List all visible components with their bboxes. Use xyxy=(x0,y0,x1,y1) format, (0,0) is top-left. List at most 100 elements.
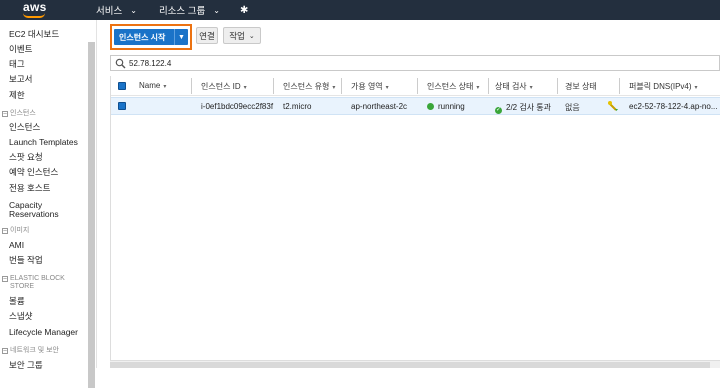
collapse-icon: – xyxy=(2,348,8,354)
sidebar-item-lifecycle-manager[interactable]: Lifecycle Manager xyxy=(9,327,78,337)
sidebar-item-reports[interactable]: 보고서 xyxy=(9,74,32,84)
sidebar-item-bundle-tasks[interactable]: 번들 작업 xyxy=(9,255,43,265)
toolbar: 인스턴스 시작 ▼ 연결 작업 ⌄ xyxy=(98,20,720,56)
header-label: 상태 검사 xyxy=(495,82,527,91)
select-all-checkbox[interactable] xyxy=(118,82,126,90)
aws-logo[interactable]: aws xyxy=(20,0,66,20)
column-divider[interactable] xyxy=(191,78,192,94)
sort-icon: ▾ xyxy=(332,85,336,91)
create-alarm-icon[interactable] xyxy=(607,100,619,114)
cell-alarm-status: 없음 xyxy=(565,103,580,112)
header-instance-state[interactable]: 인스턴스 상태 ▾ xyxy=(427,81,479,92)
column-divider[interactable] xyxy=(341,78,342,94)
header-alarm-status[interactable]: 경보 상태 xyxy=(565,81,597,92)
resource-groups-menu[interactable]: 리소스 그룹 ⌄ xyxy=(158,3,220,18)
instances-table: Name ▾ 인스턴스 ID ▾ 인스턴스 유형 ▾ 가용 영역 ▾ 인스턴스 상태 ▾ … xyxy=(110,76,720,368)
sidebar-item-dedicated-hosts[interactable]: 전용 호스트 xyxy=(9,183,50,193)
check-circle-icon: ✓ xyxy=(495,107,502,114)
chevron-down-icon[interactable]: ▼ xyxy=(174,29,188,45)
launch-instance-highlight: 인스턴스 시작 ▼ xyxy=(110,24,192,50)
sort-icon: ▾ xyxy=(476,85,480,91)
cell-availability-zone: ap-northeast-2c xyxy=(351,102,408,111)
chevron-down-icon: ⌄ xyxy=(130,5,137,15)
header-label: 경보 상태 xyxy=(565,82,597,91)
header-name[interactable]: Name ▾ xyxy=(139,81,166,90)
collapse-icon: – xyxy=(2,111,8,117)
search-input[interactable] xyxy=(129,58,329,68)
sidebar-item-capacity-reservations-line2[interactable]: Reservations xyxy=(9,209,59,219)
header-public-dns[interactable]: 퍼블릭 DNS(IPv4) ▾ xyxy=(629,81,698,92)
sidebar: EC2 대시보드 이벤트 태그 보고서 제한 – 인스턴스 인스턴스 Launc… xyxy=(0,20,97,388)
sidebar-section-network[interactable]: – 네트워크 및 보안 xyxy=(2,347,59,355)
sort-icon: ▾ xyxy=(529,85,533,91)
search-bar[interactable] xyxy=(110,55,720,71)
sidebar-item-launch-templates[interactable]: Launch Templates xyxy=(9,137,78,147)
connect-label: 연결 xyxy=(199,30,215,41)
sidebar-section-label: ELASTIC BLOCK STORE xyxy=(10,275,65,291)
cell-instance-type: t2.micro xyxy=(283,102,312,111)
column-divider[interactable] xyxy=(557,78,558,94)
header-label: 인스턴스 유형 xyxy=(283,82,330,91)
cell-status-check: ✓ 2/2 검사 통과 xyxy=(495,102,551,114)
sort-icon: ▾ xyxy=(694,85,698,91)
header-instance-type[interactable]: 인스턴스 유형 ▾ xyxy=(283,81,335,92)
header-label: Name xyxy=(139,81,161,90)
sidebar-item-ami[interactable]: AMI xyxy=(9,240,24,250)
sort-icon: ▾ xyxy=(385,85,389,91)
column-divider[interactable] xyxy=(619,78,620,94)
horizontal-scrollbar[interactable] xyxy=(110,360,720,368)
sidebar-item-limits[interactable]: 제한 xyxy=(9,90,25,100)
pin-icon[interactable]: ✱ xyxy=(240,5,248,16)
scrollbar-thumb[interactable] xyxy=(110,362,710,368)
header-instance-id[interactable]: 인스턴스 ID ▾ xyxy=(201,81,247,92)
chevron-down-icon: ⌄ xyxy=(248,32,255,40)
sort-icon: ▾ xyxy=(243,85,247,91)
sidebar-section-ebs[interactable]: – ELASTIC BLOCK STORE xyxy=(2,275,65,291)
sidebar-item-security-groups[interactable]: 보안 그룹 xyxy=(9,360,43,370)
actions-button[interactable]: 작업 ⌄ xyxy=(223,27,261,44)
sidebar-scrollbar[interactable] xyxy=(88,42,95,388)
column-divider[interactable] xyxy=(488,78,489,94)
sidebar-item-tags[interactable]: 태그 xyxy=(9,59,25,69)
sidebar-section-label: 이미지 xyxy=(10,227,30,234)
sidebar-section-label-line1: ELASTIC BLOCK xyxy=(10,275,65,282)
header-label: 인스턴스 상태 xyxy=(427,82,474,91)
sidebar-item-spot-requests[interactable]: 스팟 요청 xyxy=(9,152,43,162)
column-divider[interactable] xyxy=(273,78,274,94)
header-status-check[interactable]: 상태 검사 ▾ xyxy=(495,81,533,92)
sidebar-item-events[interactable]: 이벤트 xyxy=(9,44,32,54)
sidebar-item-snapshots[interactable]: 스냅샷 xyxy=(9,311,32,321)
aws-logo-text: aws xyxy=(23,0,47,14)
header-label: 퍼블릭 DNS(IPv4) xyxy=(629,82,692,91)
sort-icon: ▾ xyxy=(163,84,167,90)
status-check-label: 2/2 검사 통과 xyxy=(506,103,552,112)
chevron-down-icon: ⌄ xyxy=(213,5,220,15)
header-label: 가용 영역 xyxy=(351,82,383,91)
aws-logo-smile-icon xyxy=(23,13,45,18)
sidebar-item-reserved-instances[interactable]: 예약 인스턴스 xyxy=(9,167,58,177)
sidebar-section-images[interactable]: – 이미지 xyxy=(2,227,29,235)
search-icon xyxy=(115,58,126,69)
services-menu[interactable]: 서비스 ⌄ xyxy=(96,3,137,18)
cell-public-dns: ec2-52-78-122-4.ap-no... xyxy=(629,102,718,111)
launch-instance-button[interactable]: 인스턴스 시작 ▼ xyxy=(114,29,188,45)
header-availability-zone[interactable]: 가용 영역 ▾ xyxy=(351,81,389,92)
sidebar-item-volumes[interactable]: 볼륨 xyxy=(9,296,25,306)
services-label: 서비스 xyxy=(96,6,123,17)
table-row[interactable]: i-0ef1bdc09ecc2f83f t2.micro ap-northeas… xyxy=(111,97,720,115)
sidebar-section-label: 인스턴스 xyxy=(10,110,36,117)
column-divider[interactable] xyxy=(417,78,418,94)
resource-groups-label: 리소스 그룹 xyxy=(158,6,206,17)
row-checkbox[interactable] xyxy=(118,102,126,110)
sidebar-item-ec2-dashboard[interactable]: EC2 대시보드 xyxy=(9,29,59,39)
cell-instance-id[interactable]: i-0ef1bdc09ecc2f83f xyxy=(201,102,273,111)
main-content: 인스턴스 시작 ▼ 연결 작업 ⌄ Name▾ 인스턴스 ID▾ 인스턴스 유형… xyxy=(98,20,720,368)
collapse-icon: – xyxy=(2,228,8,234)
launch-instance-label: 인스턴스 시작 xyxy=(119,32,166,42)
sidebar-item-instances[interactable]: 인스턴스 xyxy=(9,122,40,132)
sidebar-section-label-line2: STORE xyxy=(10,283,34,290)
sidebar-section-instances[interactable]: – 인스턴스 xyxy=(2,110,36,118)
top-nav-bar: aws 서비스 ⌄ 리소스 그룹 ⌄ ✱ xyxy=(0,0,720,20)
state-label: running xyxy=(438,102,465,111)
connect-button[interactable]: 연결 xyxy=(196,27,218,44)
